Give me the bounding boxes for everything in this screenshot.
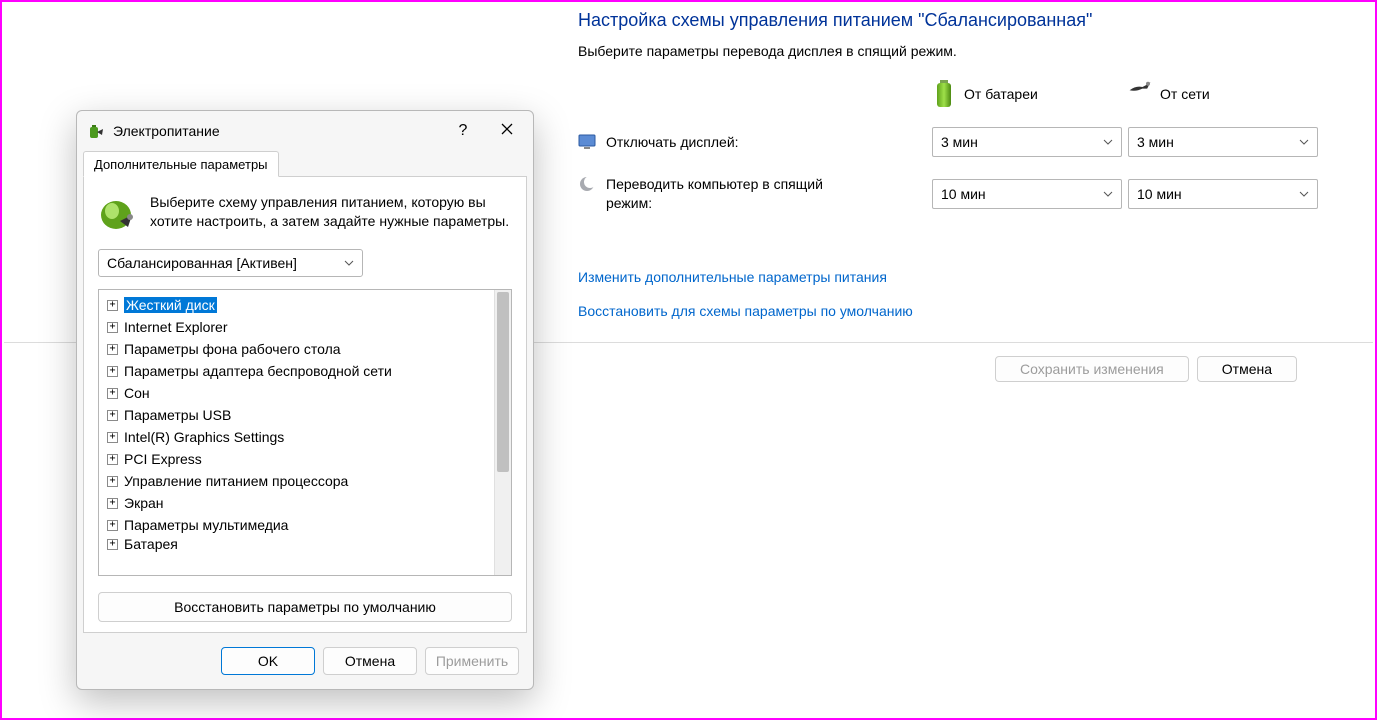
tree-item[interactable]: + Параметры мультимедиа bbox=[103, 514, 493, 536]
ok-button[interactable]: OK bbox=[221, 647, 315, 675]
row-display-off: Отключать дисплей: bbox=[578, 133, 868, 152]
scrollbar-thumb[interactable] bbox=[497, 292, 509, 472]
tree-item[interactable]: + Internet Explorer bbox=[103, 316, 493, 338]
cancel-button[interactable]: Отмена bbox=[1197, 356, 1297, 382]
tree-item[interactable]: + Жесткий диск bbox=[103, 294, 493, 316]
power-settings-grid: От батареи От сети Отключать дисплей: 3 … bbox=[578, 79, 1318, 213]
chevron-down-icon bbox=[1299, 191, 1309, 197]
tree-item[interactable]: + Батарея bbox=[103, 536, 493, 552]
footer-buttons: Сохранить изменения Отмена bbox=[995, 356, 1297, 382]
select-display-battery-value: 3 мин bbox=[941, 134, 978, 150]
dialog-title: Электропитание bbox=[113, 123, 437, 139]
battery-plug-icon bbox=[98, 193, 138, 237]
row-label-sleep: Переводить компьютер в спящий режим: bbox=[606, 175, 868, 213]
advanced-power-options-dialog: Электропитание ? Дополнительные параметр… bbox=[76, 110, 534, 690]
tree-item[interactable]: + Сон bbox=[103, 382, 493, 404]
tree-item-label: Параметры адаптера беспроводной сети bbox=[124, 363, 392, 379]
restore-plan-defaults-button[interactable]: Восстановить параметры по умолчанию bbox=[98, 592, 512, 622]
select-sleep-battery-value: 10 мин bbox=[941, 186, 986, 202]
tree-item-label: Управление питанием процессора bbox=[124, 473, 348, 489]
moon-icon bbox=[578, 175, 596, 193]
expand-icon[interactable]: + bbox=[107, 539, 118, 550]
expand-icon[interactable]: + bbox=[107, 322, 118, 333]
chevron-down-icon bbox=[1103, 191, 1113, 197]
tree-item-label: Жесткий диск bbox=[124, 297, 217, 313]
plan-links: Изменить дополнительные параметры питани… bbox=[578, 269, 1318, 319]
chevron-down-icon bbox=[1103, 139, 1113, 145]
expand-icon[interactable]: + bbox=[107, 498, 118, 509]
save-changes-button[interactable]: Сохранить изменения bbox=[995, 356, 1189, 382]
select-display-battery[interactable]: 3 мин bbox=[932, 127, 1122, 157]
select-sleep-mains-value: 10 мин bbox=[1137, 186, 1182, 202]
expand-icon[interactable]: + bbox=[107, 432, 118, 443]
tree-item-label: Экран bbox=[124, 495, 164, 511]
page-title: Настройка схемы управления питанием "Сба… bbox=[578, 10, 1318, 31]
column-label-battery: От батареи bbox=[964, 86, 1038, 102]
plan-select[interactable]: Сбалансированная [Активен] bbox=[98, 249, 363, 277]
tree-item-label: Параметры USB bbox=[124, 407, 231, 423]
help-button[interactable]: ? bbox=[445, 117, 481, 145]
tree-item[interactable]: + Intel(R) Graphics Settings bbox=[103, 426, 493, 448]
expand-icon[interactable]: + bbox=[107, 388, 118, 399]
power-icon bbox=[87, 122, 105, 140]
expand-icon[interactable]: + bbox=[107, 410, 118, 421]
apply-button[interactable]: Применить bbox=[425, 647, 519, 675]
panel-description: Выберите схему управления питанием, кото… bbox=[150, 193, 512, 237]
expand-icon[interactable]: + bbox=[107, 344, 118, 355]
tree-item-label: Параметры фона рабочего стола bbox=[124, 341, 341, 357]
tree-item[interactable]: + Управление питанием процессора bbox=[103, 470, 493, 492]
select-sleep-mains[interactable]: 10 мин bbox=[1128, 179, 1318, 209]
tab-strip: Дополнительные параметры bbox=[77, 151, 533, 177]
page-subtitle: Выберите параметры перевода дисплея в сп… bbox=[578, 43, 1318, 59]
select-sleep-battery[interactable]: 10 мин bbox=[932, 179, 1122, 209]
column-label-mains: От сети bbox=[1160, 86, 1210, 102]
plan-select-value: Сбалансированная [Активен] bbox=[107, 255, 297, 271]
tree-item-label: Сон bbox=[124, 385, 150, 401]
row-sleep: Переводить компьютер в спящий режим: bbox=[578, 175, 868, 213]
expand-icon[interactable]: + bbox=[107, 454, 118, 465]
tree-item-label: PCI Express bbox=[124, 451, 202, 467]
monitor-icon bbox=[578, 133, 596, 151]
select-display-mains-value: 3 мин bbox=[1137, 134, 1174, 150]
chevron-down-icon bbox=[1299, 139, 1309, 145]
select-display-mains[interactable]: 3 мин bbox=[1128, 127, 1318, 157]
tree-item[interactable]: + Параметры USB bbox=[103, 404, 493, 426]
dialog-footer: OK Отмена Применить bbox=[77, 639, 533, 689]
dialog-titlebar[interactable]: Электропитание ? bbox=[77, 111, 533, 151]
dialog-panel: Выберите схему управления питанием, кото… bbox=[83, 176, 527, 633]
chevron-down-icon bbox=[344, 260, 354, 266]
column-header-mains: От сети bbox=[1128, 79, 1318, 109]
expand-icon[interactable]: + bbox=[107, 476, 118, 487]
tab-advanced-settings[interactable]: Дополнительные параметры bbox=[83, 151, 279, 177]
tree-item-label: Intel(R) Graphics Settings bbox=[124, 429, 284, 445]
row-label-display-off: Отключать дисплей: bbox=[606, 133, 739, 152]
tree-scrollbar[interactable] bbox=[494, 290, 511, 575]
link-advanced-power-settings[interactable]: Изменить дополнительные параметры питани… bbox=[578, 269, 1318, 285]
tree-item[interactable]: + Экран bbox=[103, 492, 493, 514]
link-restore-defaults[interactable]: Восстановить для схемы параметры по умол… bbox=[578, 303, 1318, 319]
expand-icon[interactable]: + bbox=[107, 520, 118, 531]
plug-icon bbox=[1128, 79, 1152, 109]
settings-tree[interactable]: + Жесткий диск + Internet Explorer + Параметр… bbox=[98, 289, 512, 576]
battery-icon bbox=[932, 79, 956, 109]
panel-description-row: Выберите схему управления питанием, кото… bbox=[98, 193, 512, 237]
tree-item[interactable]: + PCI Express bbox=[103, 448, 493, 470]
plan-settings-panel: Настройка схемы управления питанием "Сба… bbox=[578, 10, 1318, 337]
expand-icon[interactable]: + bbox=[107, 366, 118, 377]
tree-item-label: Батарея bbox=[124, 536, 178, 552]
question-icon: ? bbox=[459, 122, 468, 140]
expand-icon[interactable]: + bbox=[107, 300, 118, 311]
dialog-cancel-button[interactable]: Отмена bbox=[323, 647, 417, 675]
tree-item-label: Internet Explorer bbox=[124, 319, 228, 335]
column-header-battery: От батареи bbox=[932, 79, 1122, 109]
close-button[interactable] bbox=[489, 117, 525, 145]
close-icon bbox=[501, 122, 513, 140]
tree-item[interactable]: + Параметры адаптера беспроводной сети bbox=[103, 360, 493, 382]
tree-item-label: Параметры мультимедиа bbox=[124, 517, 288, 533]
tree-item[interactable]: + Параметры фона рабочего стола bbox=[103, 338, 493, 360]
